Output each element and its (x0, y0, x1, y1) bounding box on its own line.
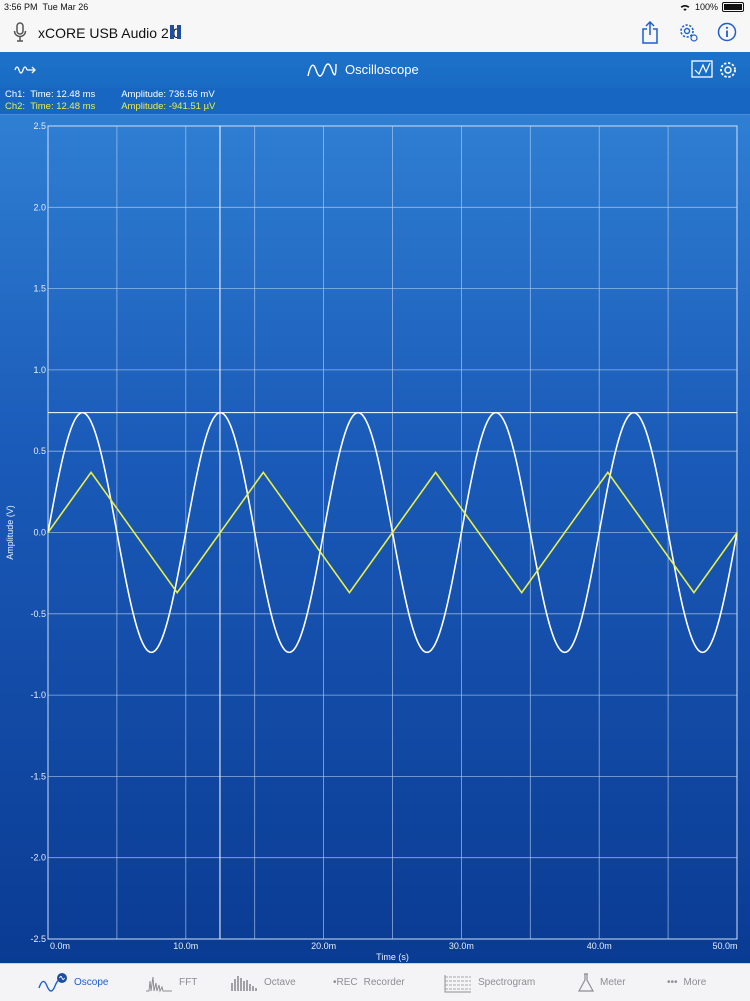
tab-octave-label: Octave (264, 977, 296, 988)
tab-more-label: More (683, 977, 707, 988)
oscope-icon (38, 972, 67, 992)
scope-title: Oscilloscope (345, 62, 419, 77)
tab-bar: Oscope FFT Octave •REC Recorder Spectrog… (0, 963, 750, 1001)
tab-spectrogram[interactable]: Spectrogram (444, 964, 535, 1001)
tab-octave[interactable]: Octave (230, 964, 296, 1001)
share-icon[interactable] (641, 21, 659, 45)
y-tick-label: -2.0 (30, 853, 46, 863)
ch1-readout: Ch1: Time: 12.48 ms Amplitude: 736.56 mV (5, 89, 215, 100)
ch2-readout: Ch2: Time: 12.48 ms Amplitude: -941.51 µ… (5, 101, 216, 112)
tab-fft[interactable]: FFT (145, 964, 197, 1001)
x-tick-label: 30.0m (449, 941, 474, 951)
wifi-icon (680, 4, 690, 11)
y-tick-label: -2.5 (30, 934, 46, 944)
tab-recorder-label: Recorder (363, 977, 405, 988)
sine-wave-icon (307, 63, 337, 77)
battery-icon (722, 2, 744, 12)
tab-meter[interactable]: Meter (578, 964, 626, 1001)
tab-meter-label: Meter (600, 977, 626, 988)
tab-recorder[interactable]: •REC Recorder (333, 964, 405, 1001)
status-bar: 3:56 PM Tue Mar 26 100% (0, 0, 750, 14)
y-tick-label: 1.0 (33, 365, 46, 375)
microphone-icon[interactable] (13, 22, 27, 44)
waveform-chart[interactable]: 2.5 2.0 1.5 1.0 0.5 0.0 -0.5 -1.0 -1.5 -2.0 -2.5 0.… (0, 115, 750, 963)
rec-icon: •REC (333, 977, 358, 988)
info-icon[interactable] (717, 22, 737, 42)
more-icon: ••• (667, 977, 678, 988)
gear-icon[interactable] (677, 21, 699, 43)
x-tick-label: 50.0m (712, 941, 737, 951)
x-tick-label: 0.0m (50, 941, 70, 951)
tab-more[interactable]: ••• More (667, 964, 706, 1001)
display-mode-icon[interactable] (691, 60, 713, 80)
status-time-date: 3:56 PM Tue Mar 26 (4, 2, 89, 12)
pause-icon[interactable] (170, 25, 182, 39)
scope-header: Oscilloscope (0, 52, 750, 89)
battery-percent: 100% (694, 2, 718, 12)
octave-icon (231, 975, 257, 991)
y-axis-label: Amplitude (V) (5, 505, 15, 560)
device-name[interactable]: xCORE USB Audio 2.0 (38, 25, 180, 41)
y-tick-label: 0.5 (33, 446, 46, 456)
y-tick-label: 2.5 (33, 121, 46, 131)
spectrogram-icon (444, 974, 471, 992)
tab-fft-label: FFT (179, 977, 198, 988)
tab-spectrogram-label: Spectrogram (478, 977, 536, 988)
gear-icon[interactable] (718, 60, 738, 80)
y-tick-label: -0.5 (30, 609, 46, 619)
flask-icon (578, 972, 594, 992)
title-bar: xCORE USB Audio 2.0 (0, 14, 750, 53)
x-tick-label: 40.0m (587, 941, 612, 951)
y-tick-label: 1.5 (33, 284, 46, 294)
y-tick-label: -1.5 (30, 771, 46, 781)
x-axis-label: Time (s) (376, 952, 409, 962)
y-tick-label: 0.0 (33, 528, 46, 538)
oscilloscope-plot[interactable]: 2.5 2.0 1.5 1.0 0.5 0.0 -0.5 -1.0 -1.5 -2.0 -2.5 0.… (0, 115, 750, 963)
tab-oscope-label: Oscope (74, 977, 109, 988)
tab-oscope[interactable]: Oscope (38, 964, 108, 1001)
trigger-icon[interactable] (14, 63, 38, 77)
x-tick-label: 10.0m (173, 941, 198, 951)
y-tick-label: 2.0 (33, 202, 46, 212)
x-tick-label: 20.0m (311, 941, 336, 951)
y-tick-label: -1.0 (30, 690, 46, 700)
status-right: 100% (679, 2, 744, 12)
cursor-readout: Ch1: Time: 12.48 ms Amplitude: 736.56 mV… (0, 88, 750, 115)
fft-icon (146, 976, 172, 993)
